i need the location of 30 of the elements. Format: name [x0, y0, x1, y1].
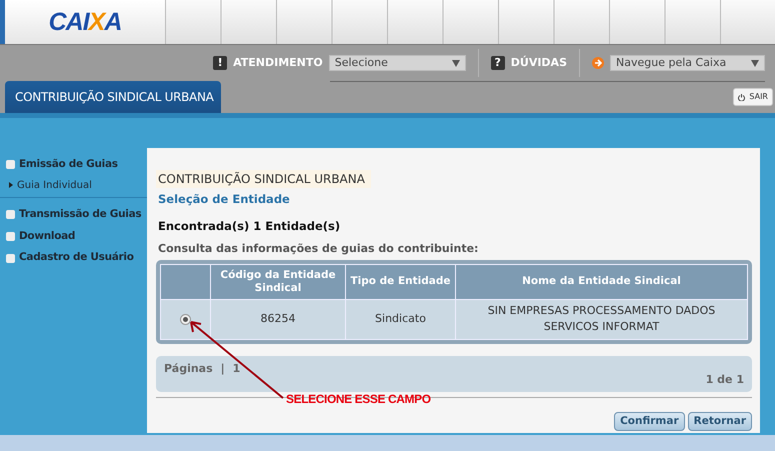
form-button[interactable]: Confirmar — [614, 412, 685, 432]
alert-icon: ! — [213, 56, 228, 70]
page-title: CONTRIBUIÇÃO SINDICAL URBANA — [156, 170, 371, 188]
logout-button[interactable]: SAIR — [733, 88, 773, 106]
sidebar-item[interactable]: Download — [0, 226, 147, 248]
sidebar-item[interactable]: Emissão de Guias — [0, 154, 147, 176]
result-count: Encontrada(s) 1 Entidade(s) — [158, 218, 342, 235]
help-icon: ? — [490, 56, 505, 70]
header-cell: Código da Entidade Sindical — [210, 264, 346, 299]
section-tab[interactable]: CONTRIBUIÇÃO SINDICAL URBANA — [5, 81, 221, 113]
toolbar-label[interactable]: DÚVIDAS — [510, 54, 567, 72]
table-caption: Consulta das informações de guias do contribuinte: — [158, 241, 480, 257]
sidebar-item[interactable]: Transmissão de Guias — [0, 204, 147, 226]
sidebar-item[interactable]: Cadastro de Usuário — [0, 247, 147, 269]
toolbar-label: ATENDIMENTO — [233, 54, 323, 71]
separator-text: | — [220, 360, 225, 377]
pagination-label: Páginas — [164, 360, 213, 376]
page-subtitle: Seleção de Entidade — [158, 190, 291, 208]
page-summary: 1 de 1 — [706, 372, 744, 388]
form-button[interactable]: Retornar — [688, 412, 752, 432]
table-cell: Sindicato — [346, 299, 456, 339]
page-link[interactable]: 1 — [232, 360, 240, 377]
annotation-text: SELECIONE ESSE CAMPO — [286, 392, 431, 406]
navigation-dropdown[interactable]: Navegue pela Caixa — [610, 55, 765, 71]
table-cell: SIN EMPRESAS PROCESSAMENTO DADOS SERVICOS INFORMAT — [456, 299, 748, 339]
header-cell: Nome da Entidade Sindical — [456, 264, 748, 299]
logo: CAIXA — [0, 0, 165, 44]
table-cell: 86254 — [210, 299, 346, 339]
header-cell: Tipo de Entidade — [346, 264, 456, 299]
service-dropdown[interactable]: Selecione — [328, 55, 466, 71]
